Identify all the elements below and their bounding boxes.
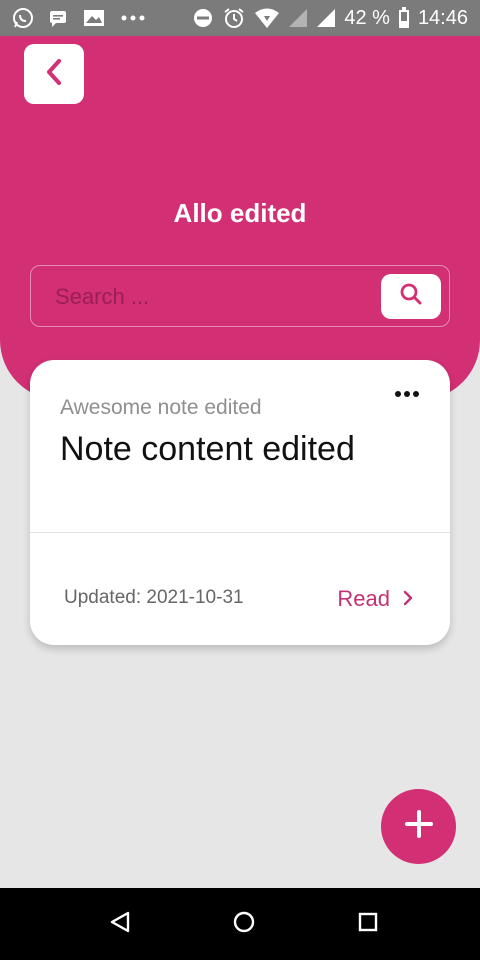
wifi-icon: [254, 7, 280, 29]
note-card[interactable]: Awesome note edited Note content edited …: [30, 360, 450, 645]
nav-recents-button[interactable]: [356, 912, 380, 936]
search-box: [30, 265, 450, 327]
battery-percentage: 42 %: [344, 6, 390, 29]
whatsapp-icon: [12, 7, 34, 29]
search-icon: [399, 282, 423, 311]
message-icon: [48, 8, 68, 28]
header: Allo edited: [0, 36, 480, 400]
card-divider: [30, 532, 450, 533]
chevron-left-icon: [42, 57, 66, 92]
picture-icon: [82, 8, 106, 28]
clock: 14:46: [417, 6, 468, 29]
status-bar-system: 42 % 14:46: [192, 6, 468, 30]
read-button[interactable]: Read: [337, 586, 414, 612]
add-note-button[interactable]: [381, 789, 456, 864]
search-button[interactable]: [381, 274, 441, 319]
read-label: Read: [337, 586, 390, 611]
signal-icon: [316, 8, 336, 28]
note-subtitle: Awesome note edited: [60, 396, 262, 419]
note-updated-date: Updated: 2021-10-31: [64, 587, 244, 608]
plus-icon: [404, 810, 433, 843]
navigation-bar: [0, 888, 480, 960]
signal-icon: [288, 8, 308, 28]
battery-icon: [398, 7, 410, 29]
page-title: Allo edited: [173, 198, 307, 228]
status-bar-notifications: [12, 7, 146, 29]
back-triangle-icon: [109, 910, 131, 939]
more-icon: [120, 14, 146, 22]
alarm-icon: [222, 6, 246, 30]
home-circle-icon: [232, 910, 256, 939]
search-input[interactable]: [55, 280, 375, 314]
note-title: Note content edited: [60, 430, 355, 468]
note-more-button[interactable]: [392, 382, 422, 406]
status-bar: 42 % 14:46: [0, 0, 480, 36]
back-button[interactable]: [24, 44, 84, 104]
nav-home-button[interactable]: [232, 910, 256, 939]
dnd-icon: [192, 7, 214, 29]
more-horizontal-icon: [394, 385, 420, 403]
chevron-right-icon: [402, 586, 414, 612]
recents-square-icon: [357, 911, 379, 938]
nav-back-button[interactable]: [108, 910, 132, 939]
